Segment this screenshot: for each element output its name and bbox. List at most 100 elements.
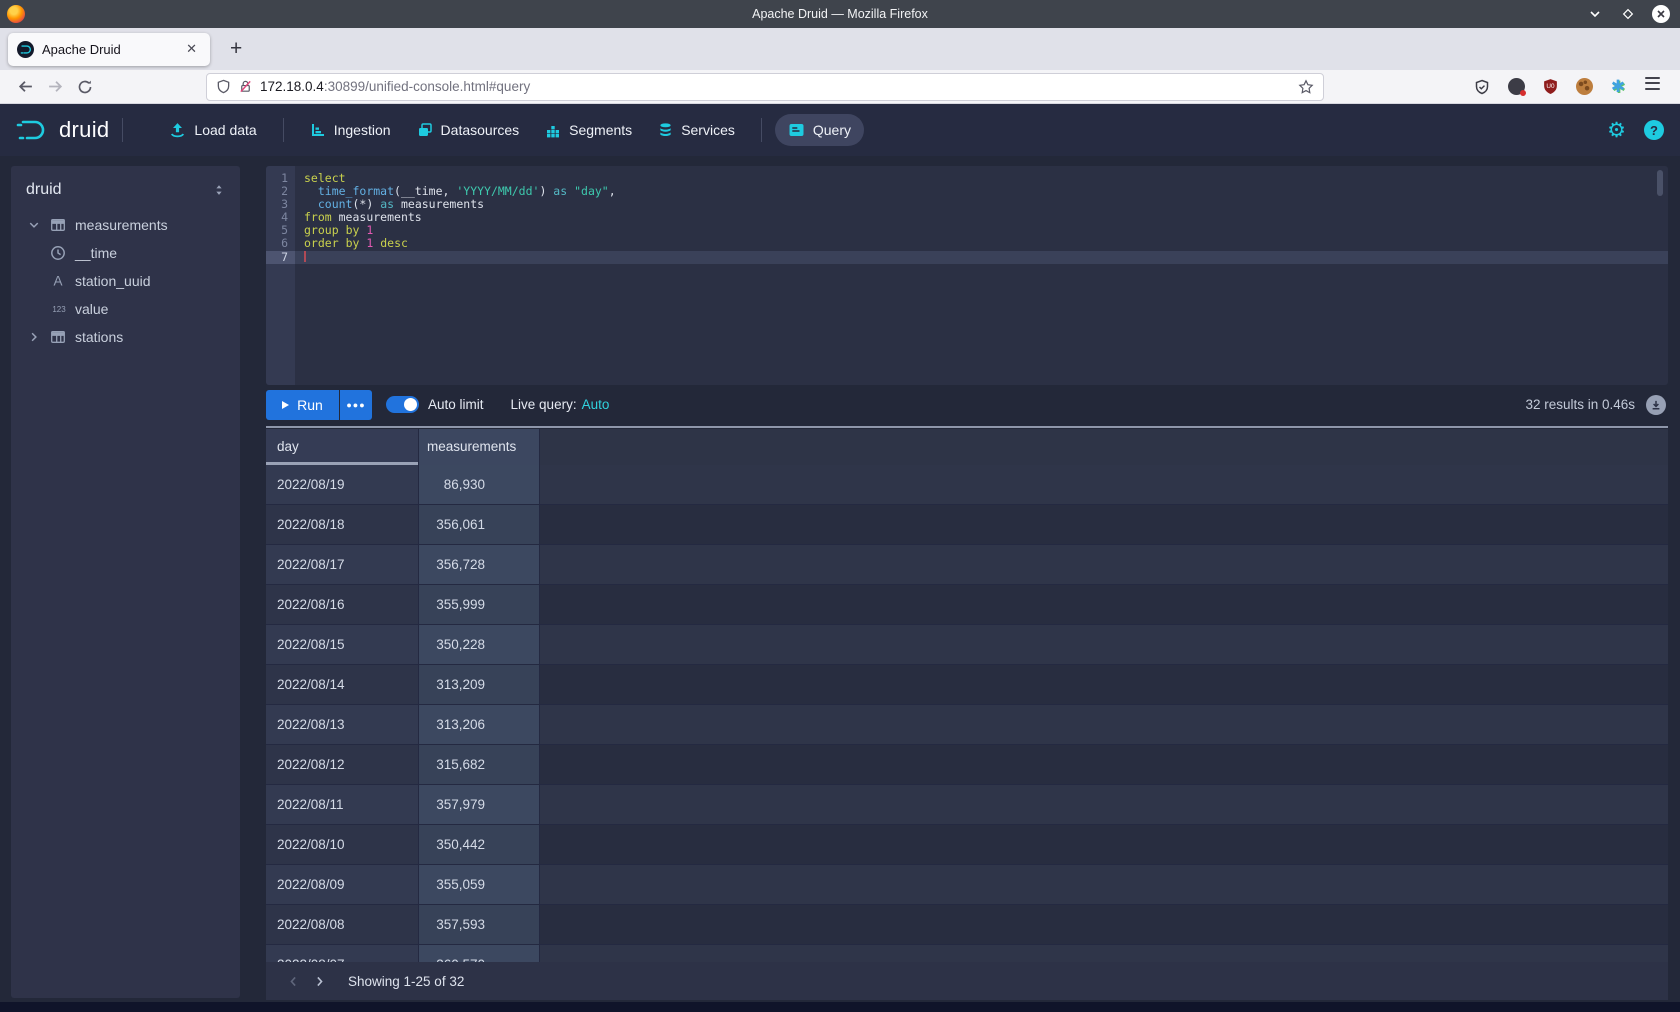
nav-item-load-data[interactable]: Load data (156, 114, 269, 147)
run-button[interactable]: Run (266, 390, 339, 420)
sql-editor[interactable]: 1234567 select time_format(__time, 'YYYY… (266, 166, 1668, 385)
druid-brand[interactable]: druid (16, 117, 109, 143)
svg-text:123: 123 (52, 305, 66, 314)
window-maximize-button[interactable] (1619, 5, 1637, 23)
editor-code[interactable]: select time_format(__time, 'YYYY/MM/dd')… (295, 166, 1668, 385)
row-filler (540, 905, 1668, 945)
extension-cookie-icon[interactable] (1574, 77, 1594, 97)
insecure-lock-icon[interactable] (238, 79, 253, 94)
table-row: 2022/08/18356,061 (266, 505, 1668, 545)
results-summary: 32 results in 0.46s (1525, 395, 1668, 415)
reload-icon (77, 79, 93, 95)
table-row: 2022/08/17356,728 (266, 545, 1668, 585)
nav-divider (283, 118, 284, 142)
run-label: Run (297, 397, 323, 413)
tree-item-station-uuid[interactable]: Astation_uuid (11, 267, 240, 295)
desktop-edge (0, 1000, 1680, 1012)
upload-icon (169, 122, 186, 139)
auto-limit-toggle[interactable] (386, 396, 419, 413)
extension-shield-icon[interactable] (1472, 77, 1492, 97)
forward-button[interactable] (40, 73, 70, 101)
table-row: 2022/08/1986,930 (266, 465, 1668, 505)
code-line-3: count(*) as measurements (295, 198, 1668, 211)
tab-close-icon[interactable]: ✕ (182, 39, 201, 59)
panel-resize-handle[interactable] (266, 426, 1668, 428)
tree-item-label: measurements (75, 217, 168, 233)
window-controls (1586, 5, 1680, 23)
previous-page-button[interactable] (280, 975, 306, 988)
back-button[interactable] (10, 73, 40, 101)
live-query-value[interactable]: Auto (582, 397, 610, 412)
table-row: 2022/08/15350,228 (266, 625, 1668, 665)
cell-day: 2022/08/14 (266, 665, 419, 705)
nav-item-label: Datasources (441, 122, 520, 138)
column-header-label: day (277, 439, 299, 454)
nav-item-label: Load data (194, 122, 256, 138)
query-view: 1234567 select time_format(__time, 'YYYY… (266, 166, 1668, 1000)
table-row: 2022/08/12315,682 (266, 745, 1668, 785)
cell-measurements: 86,930 (419, 465, 540, 505)
tab-title: Apache Druid (42, 42, 182, 57)
string-icon: A (50, 273, 66, 289)
svg-text:A: A (53, 274, 62, 289)
extension-snowflake-icon[interactable]: ✱ (1608, 77, 1628, 97)
code-line-4: from measurements (295, 211, 1668, 224)
results-summary-text: 32 results in 0.46s (1525, 397, 1635, 412)
druid-navbar: druid Load data Ingestion Datasources Segme… (0, 104, 1680, 156)
bookmark-star-icon[interactable] (1298, 79, 1314, 95)
browser-tab-apache-druid[interactable]: Apache Druid ✕ (8, 33, 210, 66)
tree-item-value[interactable]: 123value (11, 295, 240, 323)
new-tab-button[interactable]: + (222, 37, 250, 61)
nav-item-ingestion[interactable]: Ingestion (297, 114, 404, 146)
chevron-down-icon (1588, 7, 1602, 21)
tree-item-label: __time (75, 245, 117, 261)
extension-privacy-icon[interactable] (1506, 77, 1526, 97)
row-filler (540, 745, 1668, 785)
column-header-measurements[interactable]: measurements (419, 429, 540, 465)
gear-icon[interactable]: ⚙ (1607, 120, 1626, 141)
url-input[interactable]: 172.18.0.4:30899/unified-console.html#qu… (206, 73, 1324, 101)
number-icon: 123 (50, 301, 66, 317)
extension-ublock-icon[interactable]: U0 (1540, 77, 1560, 97)
pagination-label: Showing 1-25 of 32 (348, 974, 464, 989)
cell-day: 2022/08/13 (266, 705, 419, 745)
double-caret-icon[interactable] (212, 183, 226, 197)
tree-item-measurements[interactable]: measurements (11, 211, 240, 239)
download-icon[interactable] (1646, 395, 1666, 415)
menu-button[interactable] (1642, 77, 1662, 97)
nav-item-label: Segments (569, 122, 632, 138)
column-header-day[interactable]: day (266, 429, 419, 465)
tree-item--time[interactable]: __time (11, 239, 240, 267)
browser-toolbar: 172.18.0.4:30899/unified-console.html#qu… (0, 70, 1680, 104)
forward-arrow-icon (47, 78, 64, 95)
row-filler (540, 545, 1668, 585)
window-titlebar: Apache Druid — Mozilla Firefox (0, 0, 1680, 28)
run-more-button[interactable]: ●●● (340, 390, 372, 420)
cell-measurements: 357,979 (419, 785, 540, 825)
reload-button[interactable] (70, 73, 100, 101)
cell-measurements: 355,999 (419, 585, 540, 625)
row-filler (540, 785, 1668, 825)
nav-right-actions: ⚙ ? (1607, 120, 1664, 141)
chevron-down-icon[interactable] (26, 219, 42, 231)
help-icon[interactable]: ? (1644, 120, 1664, 140)
editor-scrollbar[interactable] (1657, 170, 1663, 196)
shield-icon[interactable] (216, 79, 231, 94)
window-close-button[interactable] (1652, 5, 1670, 23)
cell-day: 2022/08/17 (266, 545, 419, 585)
window-minimize-button[interactable] (1586, 5, 1604, 23)
tree-item-stations[interactable]: stations (11, 323, 240, 351)
row-filler (540, 945, 1668, 962)
column-header-label: measurements (427, 439, 516, 454)
nav-item-segments[interactable]: Segments (532, 114, 645, 146)
nav-item-query[interactable]: Query (775, 114, 864, 146)
nav-item-datasources[interactable]: Datasources (404, 114, 533, 146)
next-page-button[interactable] (306, 975, 332, 988)
schema-selector[interactable]: druid (11, 176, 240, 211)
table-row: 2022/08/10350,442 (266, 825, 1668, 865)
druid-logo-icon (16, 117, 52, 143)
svg-text:U0: U0 (1546, 83, 1555, 90)
editor-gutter: 1234567 (266, 166, 295, 385)
chevron-right-icon[interactable] (26, 331, 42, 343)
nav-item-services[interactable]: Services (645, 114, 748, 146)
